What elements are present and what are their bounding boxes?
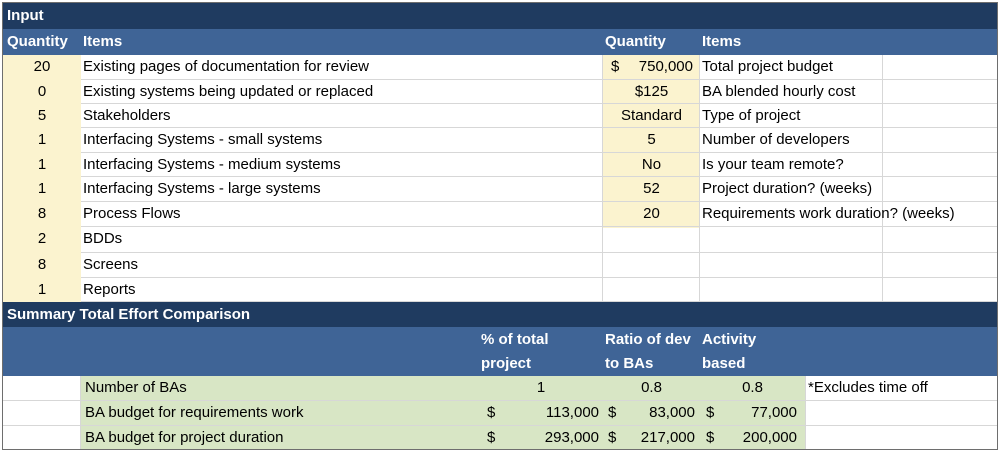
summary-row-label[interactable]: Number of BAs — [85, 376, 479, 400]
left-items-header[interactable]: Items — [83, 30, 283, 54]
summary-blank-cell — [3, 401, 81, 426]
activity-header-line1[interactable]: Activity — [702, 328, 757, 352]
left-quantity-cell[interactable]: 5 — [3, 104, 81, 128]
summary-title: Summary Total Effort Comparison — [7, 306, 251, 323]
summary-blank-cell — [3, 426, 81, 449]
pct-currency-symbol: $ — [487, 404, 496, 421]
grid-cell — [479, 104, 603, 128]
grid-cell — [479, 80, 603, 104]
pct-value-cell[interactable]: 293,000 — [503, 426, 599, 449]
left-quantity-cell[interactable]: 0 — [3, 80, 81, 104]
left-item-cell[interactable]: Stakeholders — [83, 104, 479, 128]
grid-cell — [603, 278, 700, 302]
grid-cell — [479, 278, 603, 302]
ratio-header-line2[interactable]: to BAs — [605, 352, 654, 376]
left-quantity-cell[interactable]: 2 — [3, 227, 81, 251]
right-quantity-header[interactable]: Quantity — [605, 30, 699, 54]
left-item-cell[interactable]: Process Flows — [83, 202, 479, 226]
grid-cell — [603, 253, 700, 278]
summary-row-label[interactable]: BA budget for project duration — [85, 426, 479, 449]
grid-cell — [479, 227, 603, 253]
summary-note-divider — [805, 426, 806, 449]
left-item-cell[interactable]: Reports — [83, 278, 479, 302]
ratio-value-cell[interactable]: 0.8 — [603, 376, 700, 400]
left-item-cell[interactable]: Interfacing Systems - large systems — [83, 177, 479, 201]
pct-header-line2[interactable]: project — [481, 352, 532, 376]
ratio-header-line1[interactable]: Ratio of dev — [605, 328, 691, 352]
grid-cell — [479, 177, 603, 202]
right-quantity-cell[interactable]: 5 — [603, 128, 700, 152]
left-quantity-cell[interactable]: 8 — [3, 253, 81, 277]
left-quantity-cell[interactable]: 1 — [3, 278, 81, 302]
grid-cell — [700, 278, 883, 302]
right-quantity-cell[interactable]: No — [603, 153, 700, 177]
grid-cell — [479, 202, 603, 227]
activity-value-cell[interactable]: 0.8 — [700, 376, 805, 400]
pct-value-cell[interactable]: 1 — [479, 376, 603, 400]
grid-cell — [479, 55, 603, 80]
grid-cell — [700, 227, 883, 253]
summary-blank-cell — [3, 376, 81, 401]
activity-header-line2[interactable]: based — [702, 352, 746, 376]
left-quantity-header[interactable]: Quantity — [7, 30, 81, 54]
ratio-value-cell[interactable]: 217,000 — [621, 426, 695, 449]
right-items-header[interactable]: Items — [702, 30, 902, 54]
ratio-value-cell[interactable]: 83,000 — [621, 401, 695, 425]
activity-value-cell[interactable]: 77,000 — [719, 401, 797, 425]
ratio-currency-symbol: $ — [608, 429, 617, 446]
pct-currency-symbol: $ — [487, 429, 496, 446]
right-currency-symbol: $ — [611, 58, 620, 75]
right-quantity-cell[interactable]: 20 — [603, 202, 700, 226]
summary-title-bar: Summary Total Effort Comparison — [3, 302, 997, 327]
right-quantity-cell[interactable]: 750,000 — [623, 55, 693, 79]
grid-cell — [479, 128, 603, 153]
right-item-cell[interactable]: Total project budget — [702, 55, 997, 79]
ratio-currency-symbol: $ — [608, 404, 617, 421]
grid-cell — [700, 253, 883, 278]
pct-header-line1[interactable]: % of total — [481, 328, 549, 352]
grid-cell — [603, 227, 700, 253]
left-quantity-cell[interactable]: 20 — [3, 55, 81, 79]
pct-value-cell[interactable]: 113,000 — [503, 401, 599, 425]
left-quantity-cell[interactable]: 8 — [3, 202, 81, 226]
right-quantity-cell[interactable]: $125 — [603, 80, 700, 104]
spreadsheet: Input Quantity Items Quantity Items 20 Ex… — [2, 2, 998, 450]
left-quantity-cell[interactable]: 1 — [3, 128, 81, 152]
right-item-cell[interactable]: Number of developers — [702, 128, 997, 152]
right-quantity-cell[interactable]: Standard — [603, 104, 700, 128]
input-title: Input — [7, 7, 44, 24]
left-item-cell[interactable]: Interfacing Systems - small systems — [83, 128, 479, 152]
activity-value-cell[interactable]: 200,000 — [719, 426, 797, 449]
left-item-cell[interactable]: BDDs — [83, 227, 479, 251]
input-title-bar: Input — [3, 3, 997, 29]
right-quantity-cell[interactable]: 52 — [603, 177, 700, 201]
summary-note: *Excludes time off — [808, 379, 928, 396]
activity-currency-symbol: $ — [706, 429, 715, 446]
grid-cell — [479, 153, 603, 177]
activity-currency-symbol: $ — [706, 404, 715, 421]
right-item-cell[interactable]: BA blended hourly cost — [702, 80, 997, 104]
left-item-cell[interactable]: Screens — [83, 253, 479, 277]
right-item-cell[interactable]: Type of project — [702, 104, 997, 128]
right-item-cell[interactable]: Is your team remote? — [702, 153, 997, 177]
summary-note-divider — [805, 401, 806, 426]
left-item-cell[interactable]: Interfacing Systems - medium systems — [83, 153, 479, 177]
left-item-cell[interactable]: Existing pages of documentation for revi… — [83, 55, 479, 79]
grid-cell — [479, 253, 603, 278]
right-item-cell[interactable]: Requirements work duration? (weeks) — [702, 202, 997, 226]
left-quantity-cell[interactable]: 1 — [3, 177, 81, 201]
right-item-cell[interactable]: Project duration? (weeks) — [702, 177, 997, 201]
summary-note-divider — [805, 376, 806, 401]
left-quantity-cell[interactable]: 1 — [3, 153, 81, 177]
left-item-cell[interactable]: Existing systems being updated or replac… — [83, 80, 479, 104]
summary-row-label[interactable]: BA budget for requirements work — [85, 401, 479, 425]
